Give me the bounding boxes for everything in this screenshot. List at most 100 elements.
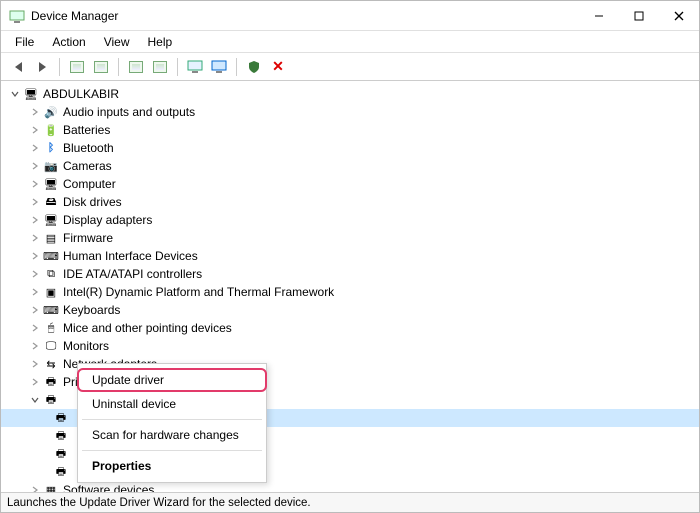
device-category[interactable]: 🖵Monitors <box>1 337 699 355</box>
toolbar-forward-button[interactable] <box>31 56 53 78</box>
device-category-icon: ᛒ <box>43 140 59 156</box>
toolbar-help-button[interactable] <box>90 56 112 78</box>
chevron-right-icon[interactable] <box>29 340 41 352</box>
device-category[interactable]: 🖱 Mice and other pointing devices <box>1 319 699 337</box>
device-category[interactable]: 📷Cameras <box>1 157 699 175</box>
monitor-icon <box>187 60 203 74</box>
menu-help[interactable]: Help <box>140 33 181 51</box>
chevron-down-icon[interactable] <box>9 88 21 100</box>
display-icon <box>211 60 227 74</box>
toolbar-scan-button[interactable] <box>125 56 147 78</box>
toolbar: ✕ <box>1 53 699 81</box>
chevron-right-icon[interactable] <box>29 196 41 208</box>
chevron-down-icon[interactable] <box>29 394 41 406</box>
context-separator <box>82 419 262 420</box>
chevron-right-icon[interactable] <box>29 358 41 370</box>
chevron-right-icon[interactable] <box>29 286 41 298</box>
printer-icon: 🖶 <box>53 464 69 480</box>
chevron-right-icon[interactable] <box>29 178 41 190</box>
chevron-right-icon[interactable] <box>29 124 41 136</box>
printer-icon: 🖶 <box>53 428 69 444</box>
device-manager-window: Device Manager File Action View Help ✕ <box>0 0 700 513</box>
device-category-icon: 🖴 <box>43 194 59 210</box>
chevron-right-icon[interactable] <box>29 142 41 154</box>
context-properties[interactable]: Properties <box>78 454 266 478</box>
window-title: Device Manager <box>31 9 118 23</box>
device-category[interactable]: 🖴 Disk drives <box>1 193 699 211</box>
toolbar-separator <box>59 58 60 76</box>
scan-icon <box>129 61 143 73</box>
menu-view[interactable]: View <box>96 33 138 51</box>
toolbar-separator <box>177 58 178 76</box>
toolbar-update-button[interactable] <box>149 56 171 78</box>
menu-action[interactable]: Action <box>44 33 93 51</box>
arrow-left-icon <box>15 62 22 72</box>
context-uninstall-device[interactable]: Uninstall device <box>78 392 266 416</box>
device-category[interactable]: 🖥 Display adapters <box>1 211 699 229</box>
device-category-label: Batteries <box>63 123 110 137</box>
device-category-label: Firmware <box>63 231 113 245</box>
device-category-label: Computer <box>63 177 116 191</box>
device-category-label: Human Interface Devices <box>63 249 198 263</box>
device-category[interactable]: ▤ Firmware <box>1 229 699 247</box>
device-category-label: Mice and other pointing devices <box>63 321 232 335</box>
device-category-label: Audio inputs and outputs <box>63 105 195 119</box>
shield-icon <box>247 60 261 74</box>
chevron-right-icon[interactable] <box>29 250 41 262</box>
toolbar-back-button[interactable] <box>7 56 29 78</box>
chevron-right-icon[interactable] <box>29 160 41 172</box>
device-category[interactable]: 🔊 Audio inputs and outputs <box>1 103 699 121</box>
chevron-right-icon[interactable] <box>29 484 41 492</box>
device-category-icon: ⇆ <box>43 356 59 372</box>
chevron-right-icon[interactable] <box>29 106 41 118</box>
maximize-button[interactable] <box>619 1 659 31</box>
toolbar-shield-button[interactable] <box>243 56 265 78</box>
device-category-label: Software devices <box>63 483 154 492</box>
context-update-driver[interactable]: Update driver <box>77 368 267 392</box>
device-category-label: Disk drives <box>63 195 122 209</box>
arrow-right-icon <box>39 62 46 72</box>
menu-file[interactable]: File <box>7 33 42 51</box>
device-category-label: Intel(R) Dynamic Platform and Thermal Fr… <box>63 285 334 299</box>
toolbar-uninstall-button[interactable]: ✕ <box>267 56 289 78</box>
device-category-icon: ▦ <box>43 482 59 492</box>
device-category[interactable]: ▣Intel(R) Dynamic Platform and Thermal F… <box>1 283 699 301</box>
device-category[interactable]: ⌨Keyboards <box>1 301 699 319</box>
device-category-icon: 🖵 <box>43 338 59 354</box>
device-category[interactable]: 🔋Batteries <box>1 121 699 139</box>
device-category-icon: 📷 <box>43 158 59 174</box>
device-category-icon: ⌨ <box>43 302 59 318</box>
context-scan-hardware[interactable]: Scan for hardware changes <box>78 423 266 447</box>
device-category-icon: 🔊 <box>43 104 59 120</box>
chevron-right-icon[interactable] <box>29 232 41 244</box>
device-category[interactable]: ⌨ Human Interface Devices <box>1 247 699 265</box>
toolbar-properties-button[interactable] <box>66 56 88 78</box>
chevron-right-icon[interactable] <box>29 322 41 334</box>
device-category-icon: ▤ <box>43 230 59 246</box>
close-button[interactable] <box>659 1 699 31</box>
context-separator <box>82 450 262 451</box>
device-tree[interactable]: 🖥 ABDULKABIR 🔊 Audio inputs and outputs 🔋B… <box>1 81 699 492</box>
minimize-button[interactable] <box>579 1 619 31</box>
chevron-right-icon[interactable] <box>29 304 41 316</box>
chevron-right-icon[interactable] <box>29 376 41 388</box>
device-category[interactable]: ⧉IDE ATA/ATAPI controllers <box>1 265 699 283</box>
device-category-icon: ⧉ <box>43 266 59 282</box>
context-menu: Update driver Uninstall device Scan for … <box>77 363 267 483</box>
toolbar-separator <box>118 58 119 76</box>
status-text: Launches the Update Driver Wizard for th… <box>7 497 311 509</box>
device-category-icon: ⌨ <box>43 248 59 264</box>
menubar: File Action View Help <box>1 31 699 53</box>
root-label: ABDULKABIR <box>43 87 119 101</box>
device-category[interactable]: ᛒBluetooth <box>1 139 699 157</box>
printer-icon: 🖶 <box>53 410 69 426</box>
chevron-right-icon[interactable] <box>29 214 41 226</box>
device-category-icon: 🖥 <box>43 212 59 228</box>
toolbar-monitor-button[interactable] <box>184 56 206 78</box>
computer-icon: 🖥 <box>23 86 39 102</box>
toolbar-display-button[interactable] <box>208 56 230 78</box>
device-category-icon: 🖱 <box>43 320 59 336</box>
device-category[interactable]: 🖥Computer <box>1 175 699 193</box>
chevron-right-icon[interactable] <box>29 268 41 280</box>
device-category-label: Display adapters <box>63 213 152 227</box>
